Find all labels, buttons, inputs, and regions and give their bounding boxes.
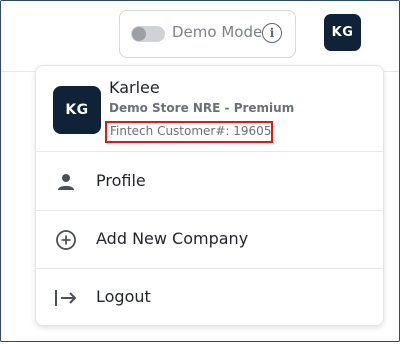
menu-item-profile[interactable]: Profile [36,153,383,211]
toggle-knob [132,27,146,41]
customer-number: Fintech Customer#: 196050 [105,121,273,143]
logout-icon [54,286,78,310]
demo-mode-label: Demo Mode [172,23,263,41]
demo-mode-control: Demo Mode i [119,10,296,58]
menu-item-add-company[interactable]: Add New Company [36,211,383,269]
menu-item-label: Logout [96,287,151,306]
store-name: Demo Store NRE - Premium [109,101,295,115]
user-dropdown-menu: KG Karlee Demo Store NRE - Premium Finte… [35,65,384,326]
menu-item-label: Add New Company [96,229,249,248]
user-avatar-button[interactable]: KG [324,14,361,51]
top-bar: Demo Mode i KG [1,1,399,72]
demo-mode-toggle[interactable] [131,26,165,42]
user-info-header: KG Karlee Demo Store NRE - Premium Finte… [36,66,383,151]
screenshot-frame: Demo Mode i KG KG Karlee Demo Store NRE … [0,0,400,342]
plus-circle-icon [54,228,78,252]
avatar: KG [53,86,101,134]
menu-item-logout[interactable]: Logout [36,269,383,327]
person-icon [54,170,78,194]
divider [36,151,383,152]
menu-item-label: Profile [96,171,146,190]
user-name: Karlee [109,78,160,97]
info-icon[interactable]: i [262,23,282,43]
